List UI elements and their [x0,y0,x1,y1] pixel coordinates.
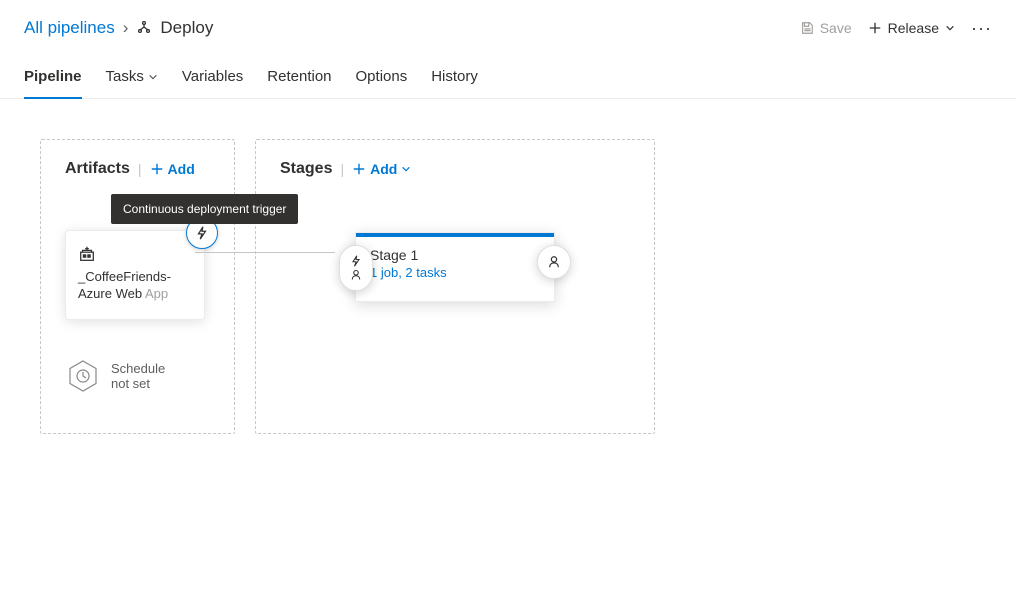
add-artifact-button[interactable]: Add [150,161,195,177]
more-button[interactable]: ··· [971,18,992,39]
artifacts-panel: Artifacts | Add Continuous deployment tr… [40,139,235,434]
pipeline-icon [136,20,152,36]
lightning-icon [195,226,209,240]
breadcrumb-current: Deploy [136,18,213,38]
plus-icon [150,162,164,176]
tab-tasks[interactable]: Tasks [106,60,158,99]
stage-tasks-link[interactable]: 1 job, 2 tasks [370,265,540,280]
chevron-down-icon [148,72,158,82]
tabs: Pipeline Tasks Variables Retention Optio… [0,60,1016,99]
breadcrumb: All pipelines › Deploy [24,18,213,38]
build-icon [78,245,192,263]
stage-card[interactable]: Stage 1 1 job, 2 tasks [355,232,555,302]
stage-name: Stage 1 [370,247,540,263]
pre-deployment-conditions-button[interactable] [339,245,373,291]
schedule-button[interactable]: Schedule not set [65,358,210,394]
stages-panel: Stages | Add [255,139,655,434]
person-icon [547,255,561,269]
stages-title: Stages [280,160,332,178]
add-stage-button[interactable]: Add [352,161,411,177]
tab-pipeline[interactable]: Pipeline [24,60,82,99]
tab-options[interactable]: Options [356,60,408,99]
artifact-name: _CoffeeFriends- Azure Web App [78,269,192,303]
save-icon [800,21,814,35]
artifact-card[interactable]: _CoffeeFriends- Azure Web App [65,230,205,320]
breadcrumb-root-link[interactable]: All pipelines [24,18,115,38]
save-button: Save [800,20,852,36]
tab-variables[interactable]: Variables [182,60,243,99]
post-deployment-conditions-button[interactable] [537,245,571,279]
tab-history[interactable]: History [431,60,478,99]
clock-icon [65,358,101,394]
trigger-tooltip: Continuous deployment trigger [111,194,298,224]
schedule-label: Schedule not set [111,361,165,391]
connector-line [195,252,335,253]
plus-icon [352,162,366,176]
tab-retention[interactable]: Retention [267,60,331,99]
chevron-down-icon [401,164,411,174]
lightning-icon [350,255,362,267]
release-button[interactable]: Release [868,20,955,36]
chevron-right-icon: › [123,18,129,38]
chevron-down-icon [945,23,955,33]
person-icon [350,269,362,281]
artifacts-title: Artifacts [65,160,130,178]
plus-icon [868,21,882,35]
